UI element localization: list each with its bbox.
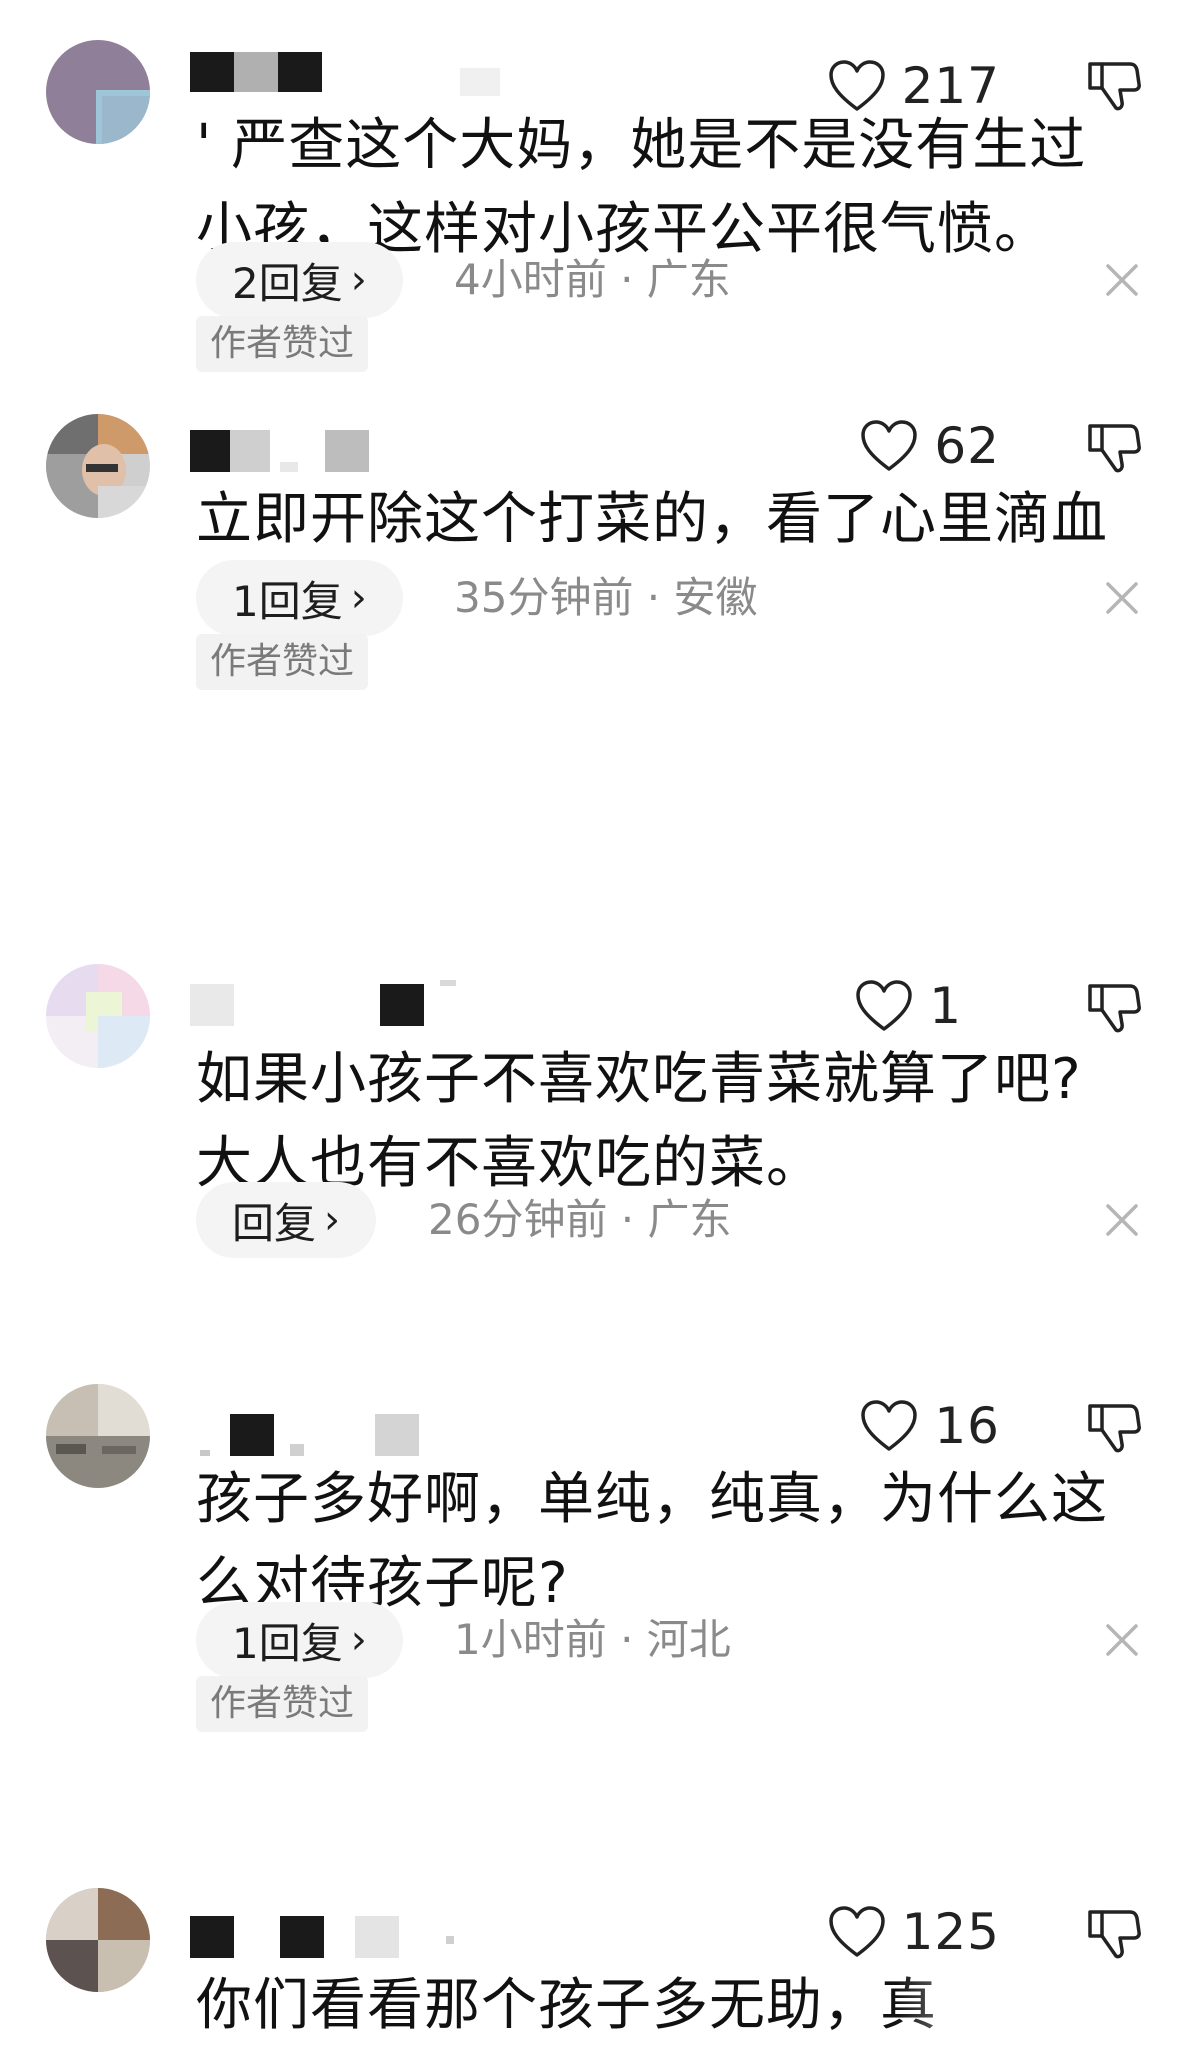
heart-outline-icon <box>860 419 918 473</box>
reply-button[interactable]: 2回复 › <box>196 242 403 318</box>
comment-text: 如果小孩子不喜欢吃青菜就算了吧?大人也有不喜欢吃的菜。 <box>196 1047 1082 1196</box>
like-count: 62 <box>934 417 1000 475</box>
avatar[interactable] <box>46 40 150 144</box>
username-redacted[interactable] <box>190 48 550 96</box>
author-liked-badge: 作者赞过 <box>196 316 369 372</box>
username-redacted[interactable] <box>190 980 550 1028</box>
comment-text: 孩子多好啊，单纯，纯真，为什么这么对待孩子呢? <box>196 1467 1108 1616</box>
heart-outline-icon <box>828 1905 886 1959</box>
author-liked-badge: 作者赞过 <box>196 1676 369 1732</box>
timestamp-location: 26分钟前 · 广东 <box>428 1195 732 1244</box>
chevron-right-icon: › <box>350 575 367 621</box>
close-icon[interactable] <box>1104 580 1140 616</box>
timestamp-location: 35分钟前 · 安徽 <box>454 573 758 622</box>
like-count: 1 <box>929 977 962 1035</box>
like-count: 125 <box>901 1903 1000 1961</box>
avatar[interactable] <box>46 1384 150 1488</box>
chevron-right-icon: › <box>350 257 367 303</box>
comment-text: 立即开除这个打菜的，看了心里滴血 <box>196 487 1108 552</box>
reply-button[interactable]: 1回复 › <box>196 560 403 636</box>
reply-count-label: 2回复 <box>232 258 343 308</box>
username-redacted[interactable] <box>190 426 550 474</box>
avatar[interactable] <box>46 414 150 518</box>
close-icon[interactable] <box>1104 262 1140 298</box>
like-button[interactable]: 1 <box>855 974 1000 1038</box>
timestamp-location: 1小时前 · 河北 <box>454 1615 731 1664</box>
timestamp-location: 4小时前 · 广东 <box>454 255 731 304</box>
heart-outline-icon <box>860 1399 918 1453</box>
reply-button[interactable]: 回复 › <box>196 1182 377 1258</box>
like-button[interactable]: 125 <box>828 1900 1000 1964</box>
like-button[interactable]: 16 <box>860 1394 1000 1458</box>
reply-button[interactable]: 1回复 › <box>196 1602 403 1678</box>
heart-outline-icon <box>855 979 913 1033</box>
thumbs-down-outline-icon[interactable] <box>1084 418 1142 476</box>
username-redacted[interactable] <box>190 1410 550 1458</box>
comment-item: 16 孩子多好啊，单纯，纯真，为什么这么对待孩子呢? 1回复 › 1小时前 · … <box>0 1360 1196 1840</box>
comment-item: 1 如果小孩子不喜欢吃青菜就算了吧?大人也有不喜欢吃的菜。 回复 › 26分钟前… <box>0 940 1196 1330</box>
thumbs-down-outline-icon[interactable] <box>1084 1904 1142 1962</box>
comment-item: 217 ' 严查这个大妈，她是不是没有生过小孩，这样对小孩平公平很气愤。 2回复… <box>0 0 1196 380</box>
text-fade-overlay <box>896 1968 1196 2048</box>
thumbs-down-outline-icon[interactable] <box>1084 1398 1142 1456</box>
like-button[interactable]: 62 <box>860 414 1000 478</box>
close-icon[interactable] <box>1104 1622 1140 1658</box>
like-count: 16 <box>934 1397 1000 1455</box>
comment-item: 125 你们看看那个孩子多无助，真 <box>0 1860 1196 2069</box>
reply-count-label: 1回复 <box>232 1618 343 1668</box>
reply-count-label: 1回复 <box>232 576 343 626</box>
chevron-right-icon: › <box>324 1197 341 1243</box>
chevron-right-icon: › <box>350 1617 367 1663</box>
reply-label: 回复 <box>232 1198 317 1248</box>
comment-item: 62 立即开除这个打菜的，看了心里滴血 1回复 › 35分钟前 · 安徽 作者赞… <box>0 400 1196 700</box>
close-icon[interactable] <box>1104 1202 1140 1238</box>
author-liked-badge: 作者赞过 <box>196 634 369 690</box>
thumbs-down-outline-icon[interactable] <box>1084 978 1142 1036</box>
avatar[interactable] <box>46 1888 150 1992</box>
username-redacted[interactable] <box>190 1912 550 1960</box>
avatar[interactable] <box>46 964 150 1068</box>
